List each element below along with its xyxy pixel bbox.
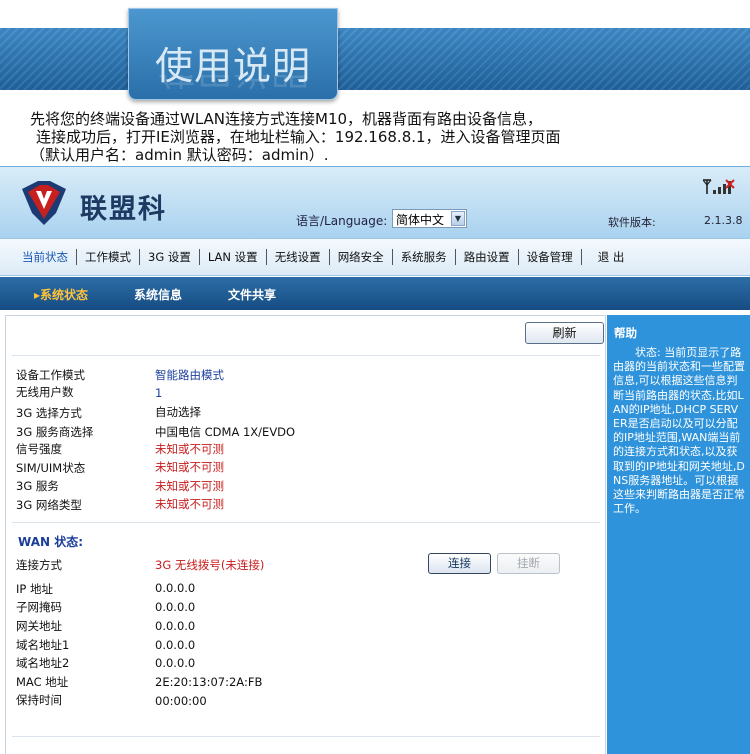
wan-label: 域名地址1 [16, 638, 70, 652]
title-tab: 使用说明 使用说明 [128, 8, 338, 100]
nav-item-lan-settings[interactable]: LAN 设置 [200, 249, 266, 265]
wan-connection-value: 3G 无线拨号(未连接) [155, 558, 265, 572]
language-selected-value: 简体中文 [396, 213, 445, 227]
divider [12, 736, 600, 737]
wan-value: 0.0.0.0 [155, 619, 196, 633]
nav-item-routing-settings[interactable]: 路由设置 [456, 249, 518, 265]
status-label: 无线用户数 [16, 385, 74, 399]
subtab-system-status[interactable]: ▸系统状态 [34, 286, 88, 303]
status-label: 设备工作模式 [16, 368, 85, 382]
wan-label: 子网掩码 [16, 600, 62, 614]
wan-value: 0.0.0.0 [155, 581, 196, 595]
brand-logo-text: 联盟科 [80, 194, 167, 225]
status-value: 中国电信 CDMA 1X/EVDO [155, 425, 296, 439]
divider [12, 522, 600, 523]
wan-value: 0.0.0.0 [155, 638, 196, 652]
subtab-file-share[interactable]: 文件共享 [228, 286, 276, 303]
wan-value: 0.0.0.0 [155, 600, 196, 614]
language-label: 语言/Language: [296, 214, 388, 228]
status-value: 未知或不可测 [155, 460, 224, 474]
chevron-down-icon[interactable]: ▼ [451, 211, 465, 226]
wan-label: 连接方式 [16, 558, 62, 572]
status-value: 未知或不可测 [155, 479, 224, 493]
nav-item-network-security[interactable]: 网络安全 [330, 249, 392, 265]
wan-section-title: WAN 状态: [18, 535, 84, 549]
status-value: 自动选择 [155, 405, 201, 419]
nav-item-system-services[interactable]: 系统服务 [393, 249, 455, 265]
shield-v-logo-icon [22, 181, 66, 225]
nav-item-wireless-settings[interactable]: 无线设置 [267, 249, 329, 265]
help-title: 帮助 [614, 326, 637, 340]
divider [12, 355, 600, 356]
wan-value: 2E:20:13:07:2A:FB [155, 675, 263, 689]
subtab-system-info[interactable]: 系统信息 [134, 286, 182, 303]
instructions: 先将您的终端设备通过WLAN连接方式连接M10，机器背面有路由设备信息， 连接成… [30, 110, 720, 164]
wan-label: 网关地址 [16, 619, 62, 633]
status-label: 3G 网络类型 [16, 498, 82, 512]
nav-item-3g-settings[interactable]: 3G 设置 [140, 249, 199, 265]
nav-item-work-mode[interactable]: 工作模式 [77, 249, 139, 265]
status-value: 未知或不可测 [155, 497, 224, 511]
wan-label: 域名地址2 [16, 656, 70, 670]
software-version-value: 2.1.3.8 [704, 214, 743, 227]
wan-label: MAC 地址 [16, 675, 69, 689]
wan-label: IP 地址 [16, 582, 53, 596]
language-select[interactable]: 简体中文 ▼ [392, 209, 467, 228]
status-value: 1 [155, 386, 163, 400]
status-value: 未知或不可测 [155, 442, 224, 456]
help-text: 状态: 当前页显示了路由器的当前状态和一些配置信息,可以根据这些信息判断当前路由… [613, 346, 745, 516]
status-value: 智能路由模式 [155, 368, 224, 382]
software-version-label: 软件版本: [608, 216, 656, 229]
top-banner [0, 28, 750, 90]
disconnect-button[interactable]: 挂断 [497, 553, 560, 574]
nav-item-device-management[interactable]: 设备管理 [519, 249, 581, 265]
subtab-system-status-label: 系统状态 [40, 288, 89, 302]
instruction-line-1: 先将您的终端设备通过WLAN连接方式连接M10，机器背面有路由设备信息， [30, 110, 543, 128]
main-nav: 当前状态 工作模式 3G 设置 LAN 设置 无线设置 网络安全 系统服务 路由… [0, 238, 750, 276]
instruction-line-2: 连接成功后，打开IE浏览器，在地址栏输入：192.168.8.1，进入设备管理页… [36, 128, 561, 146]
status-label: 3G 服务 [16, 479, 59, 493]
status-label: 3G 服务商选择 [16, 425, 94, 439]
router-header: 联盟科 语言/Language: 简体中文 ▼ 软件版本: 2.1.3.8 [0, 166, 750, 238]
page-title-reflection: 使用说明 [129, 75, 337, 101]
wan-label: 保持时间 [16, 693, 62, 707]
status-label: SIM/UIM状态 [16, 461, 86, 475]
nav-item-current-status[interactable]: 当前状态 [14, 249, 76, 265]
content-panel [5, 315, 606, 754]
wan-value: 00:00:00 [155, 694, 207, 708]
instruction-line-3: （默认用户名：admin 默认密码：admin）. [30, 146, 329, 164]
refresh-button[interactable]: 刷新 [525, 322, 604, 344]
wan-value: 0.0.0.0 [155, 656, 196, 670]
signal-bars-icon [703, 179, 735, 194]
nav-item-logout[interactable]: 退 出 [582, 249, 633, 265]
sub-nav: ▸系统状态 系统信息 文件共享 [0, 277, 750, 310]
connect-button[interactable]: 连接 [428, 553, 491, 574]
status-label: 信号强度 [16, 442, 62, 456]
status-label: 3G 选择方式 [16, 406, 82, 420]
